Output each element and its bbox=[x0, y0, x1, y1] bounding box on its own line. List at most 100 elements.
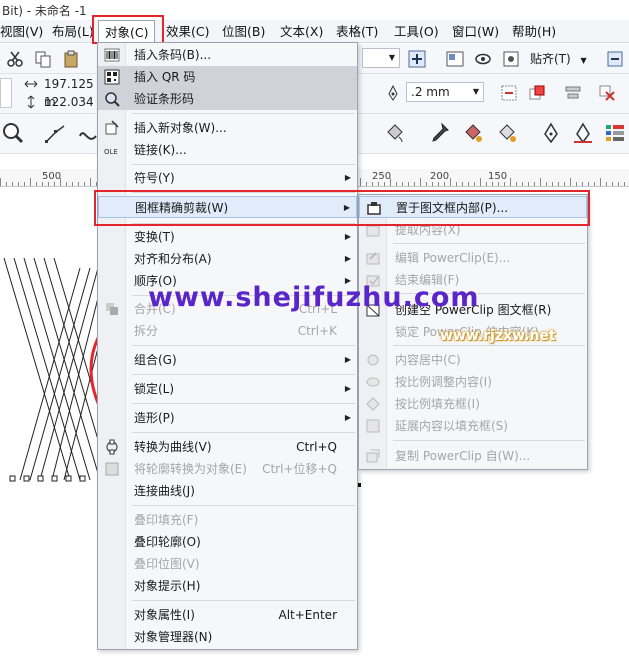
menu-effects[interactable]: 效果(C) bbox=[166, 20, 209, 43]
ruler-tick bbox=[66, 182, 67, 186]
menu-place-inside-frame[interactable]: 置于图文框内部(P)... bbox=[359, 196, 587, 218]
interactive-fill-icon[interactable] bbox=[496, 122, 518, 144]
grid-view-icon[interactable] bbox=[502, 50, 520, 68]
to-front-icon[interactable] bbox=[528, 84, 546, 102]
full-screen-icon[interactable] bbox=[446, 50, 464, 68]
menu-text[interactable]: 文本(X) bbox=[280, 20, 323, 43]
zoom-tool-icon[interactable] bbox=[2, 122, 24, 144]
ruler-tick bbox=[564, 182, 565, 186]
ruler-tick bbox=[390, 178, 391, 186]
menu-bar: 视图(V) 布局(L) 对象(C) 效果(C) 位图(B) 文本(X) 表格(T… bbox=[0, 20, 629, 44]
edit-powerclip-icon bbox=[366, 252, 380, 265]
menu-convert-to-curves[interactable]: 转换为曲线(V) Ctrl+Q bbox=[98, 436, 357, 458]
menu-stretch-contents[interactable]: 延展内容以填充框(S) bbox=[359, 415, 587, 437]
options-icon[interactable] bbox=[606, 50, 624, 68]
ruler-tick bbox=[522, 182, 523, 186]
fill-frame-icon bbox=[366, 397, 380, 411]
outline-pen-tool-icon[interactable] bbox=[572, 122, 594, 144]
fill-tool-icon[interactable] bbox=[384, 122, 406, 144]
menu-layout[interactable]: 布局(L) bbox=[52, 20, 94, 43]
pen-nib-tool-icon[interactable] bbox=[540, 122, 562, 144]
menu-outline-to-object[interactable]: 将轮廓转换为对象(E) Ctrl+位移+Q bbox=[98, 458, 357, 480]
copy-icon[interactable] bbox=[34, 50, 52, 68]
ruler-tick bbox=[24, 182, 25, 186]
menu-insert-new-object[interactable]: 插入新对象(W)... bbox=[98, 117, 357, 139]
menu-overprint-outline[interactable]: 叠印轮廓(O) bbox=[98, 531, 357, 553]
menu-fill-frame-proportionally[interactable]: 按比例填充框(I) bbox=[359, 393, 587, 415]
menu-symbol[interactable]: 符号(Y) ▶ bbox=[98, 167, 357, 189]
ruler-tick bbox=[546, 182, 547, 186]
ruler-tick bbox=[36, 182, 37, 186]
extract-icon bbox=[366, 225, 380, 237]
ruler-tick bbox=[540, 178, 541, 186]
menu-copy-powerclip-from[interactable]: 复制 PowerClip 自(W)... bbox=[359, 445, 587, 467]
menu-window[interactable]: 窗口(W) bbox=[452, 20, 499, 43]
paste-icon[interactable] bbox=[62, 50, 80, 68]
menu-overprint-fill[interactable]: 叠印填充(F) bbox=[98, 509, 357, 531]
snap-to-dropdown[interactable]: 贴齐(T) ▼ bbox=[530, 48, 596, 70]
ruler-tick bbox=[396, 182, 397, 186]
convert-icon[interactable] bbox=[598, 84, 616, 102]
menu-tools[interactable]: 工具(O) bbox=[394, 20, 439, 43]
zoom-dropdown[interactable]: ▼ bbox=[362, 48, 400, 68]
outline-width-dropdown[interactable]: .2 mm ▼ bbox=[406, 82, 484, 102]
ruler-label: 200 bbox=[430, 171, 450, 182]
zoom-fit-icon[interactable] bbox=[408, 50, 426, 68]
object-height-field[interactable]: 122.034 m bbox=[40, 93, 98, 127]
menu-insert-barcode[interactable]: 插入条码(B)... bbox=[98, 44, 357, 66]
ruler-tick bbox=[78, 182, 79, 186]
menu-break-apart[interactable]: 拆分 Ctrl+K bbox=[98, 320, 357, 342]
menu-edit-powerclip[interactable]: 编辑 PowerClip(E)... bbox=[359, 247, 587, 269]
menu-links[interactable]: OLE 链接(K)... bbox=[98, 139, 357, 161]
curve-tool-icon[interactable] bbox=[78, 124, 98, 144]
menu-transform[interactable]: 变换(T) ▶ bbox=[98, 226, 357, 248]
ole-icon: OLE bbox=[104, 148, 118, 156]
menu-object[interactable]: 对象(C) bbox=[98, 20, 156, 44]
menu-fit-contents-proportionally[interactable]: 按比例调整内容(I) bbox=[359, 371, 587, 393]
align-icon[interactable] bbox=[564, 84, 582, 102]
menu-align-distribute[interactable]: 对齐和分布(A) ▶ bbox=[98, 248, 357, 270]
menu-validate-barcode[interactable]: 验证条形码 bbox=[98, 88, 357, 110]
menu-insert-qr-code[interactable]: 插入 QR 码 bbox=[98, 66, 357, 88]
menu-help[interactable]: 帮助(H) bbox=[512, 20, 556, 43]
ruler-tick bbox=[528, 182, 529, 186]
freehand-tool-icon[interactable] bbox=[44, 122, 66, 144]
menu-object-hints[interactable]: 对象提示(H) bbox=[98, 575, 357, 597]
pen-outline-icon bbox=[388, 84, 398, 101]
submenu-arrow-icon: ▶ bbox=[343, 203, 350, 212]
menu-bitmaps[interactable]: 位图(B) bbox=[222, 20, 265, 43]
stretch-contents-icon bbox=[366, 419, 380, 433]
menu-shaping[interactable]: 造形(P) ▶ bbox=[98, 407, 357, 429]
menu-center-contents[interactable]: 内容居中(C) bbox=[359, 349, 587, 371]
paint-bucket-tool-icon[interactable] bbox=[462, 122, 484, 144]
color-palette-icon[interactable] bbox=[604, 122, 626, 144]
ruler-tick bbox=[90, 178, 91, 186]
ruler-tick bbox=[450, 178, 451, 186]
submenu-arrow-icon: ▶ bbox=[344, 355, 351, 364]
wrap-text-icon[interactable] bbox=[500, 84, 518, 102]
ruler-tick bbox=[468, 182, 469, 186]
ruler-tick bbox=[606, 182, 607, 186]
ruler-tick bbox=[30, 178, 31, 186]
object-width-field[interactable]: 197.125 m bbox=[40, 75, 98, 109]
menu-powerclip[interactable]: 图框精确剪裁(W) ▶ bbox=[98, 196, 357, 218]
menu-join-curves[interactable]: 连接曲线(J) bbox=[98, 480, 357, 502]
menu-lock[interactable]: 锁定(L) ▶ bbox=[98, 378, 357, 400]
menu-overprint-bitmap[interactable]: 叠印位图(V) bbox=[98, 553, 357, 575]
ruler-tick bbox=[12, 182, 13, 186]
menu-view[interactable]: 视图(V) bbox=[0, 20, 43, 43]
eyedropper-tool-icon[interactable] bbox=[428, 122, 450, 144]
menu-object-properties[interactable]: 对象属性(I) Alt+Enter bbox=[98, 604, 357, 626]
ruler-tick bbox=[456, 182, 457, 186]
ruler-tick bbox=[372, 182, 373, 186]
menu-object-manager[interactable]: 对象管理器(N) bbox=[98, 626, 357, 648]
menu-group[interactable]: 组合(G) ▶ bbox=[98, 349, 357, 371]
ruler-tick bbox=[60, 178, 61, 186]
scissors-icon[interactable] bbox=[6, 50, 24, 68]
view-icon[interactable] bbox=[474, 50, 492, 68]
convert-curve-icon bbox=[106, 439, 118, 455]
height-arrow-icon bbox=[27, 95, 35, 109]
menu-extract-contents[interactable]: 提取内容(X) bbox=[359, 219, 587, 241]
menu-table[interactable]: 表格(T) bbox=[336, 20, 378, 43]
ruler-tick bbox=[408, 182, 409, 186]
